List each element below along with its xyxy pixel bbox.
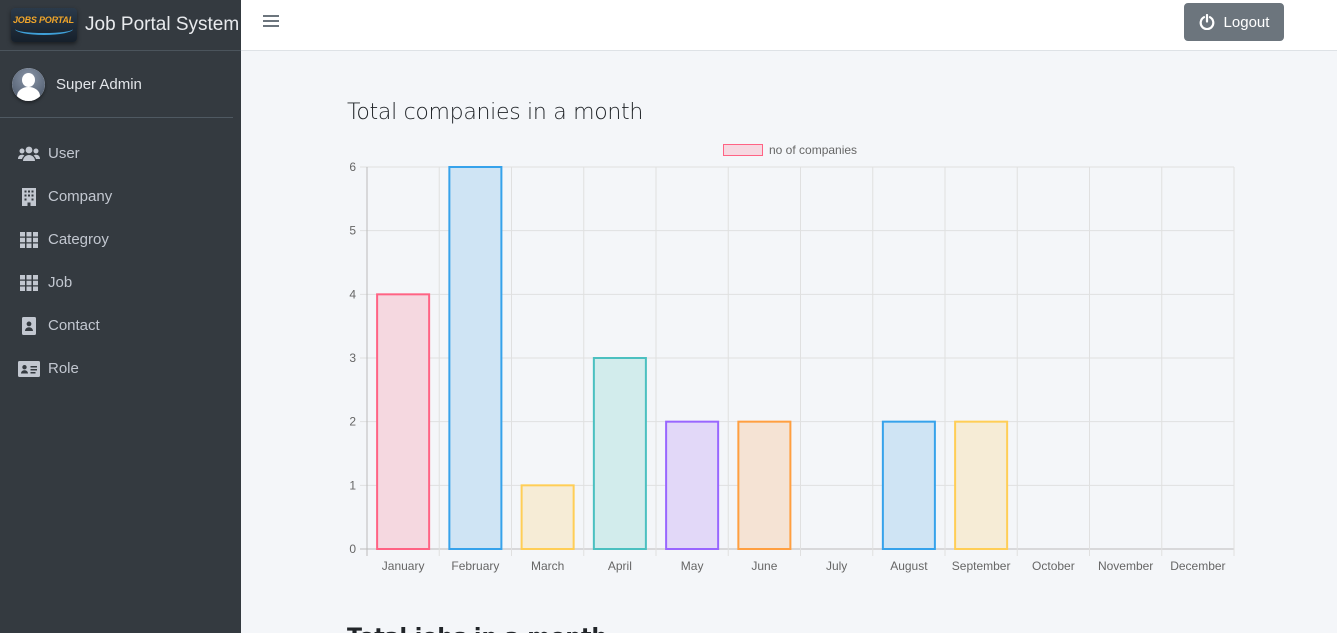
- user-panel[interactable]: Super Admin: [0, 51, 233, 118]
- brand-link[interactable]: JOBS PORTAL Job Portal System: [0, 0, 241, 51]
- logout-button[interactable]: Logout: [1184, 3, 1284, 41]
- x-tick-label: July: [826, 559, 847, 573]
- main-content: Total companies in a month no of compani…: [241, 51, 1337, 633]
- bar-september[interactable]: [954, 420, 1009, 550]
- sidebar-nav: User Company Categroy Job Contact Role: [0, 132, 241, 390]
- x-tick-label: January: [382, 559, 425, 573]
- x-tick-label: December: [1170, 559, 1225, 573]
- x-tick-label: October: [1032, 559, 1075, 573]
- sidebar-item-job[interactable]: Job: [0, 261, 241, 304]
- x-tick-label: June: [751, 559, 777, 573]
- sidebar-item-label: User: [48, 145, 80, 162]
- sidebar-item-label: Contact: [48, 317, 100, 334]
- grid-icon: [18, 231, 40, 249]
- bar-august[interactable]: [881, 420, 936, 550]
- id-card-icon: [18, 360, 40, 378]
- bar-april[interactable]: [592, 357, 647, 550]
- contact-icon: [18, 316, 40, 335]
- x-tick-label: August: [890, 559, 928, 573]
- logout-label: Logout: [1223, 13, 1270, 31]
- companies-bar-chart: 0 1 2 3 4 5 6 January February March April May June J…: [349, 160, 1235, 573]
- sidebar-item-label: Role: [48, 360, 79, 377]
- user-name: Super Admin: [56, 75, 142, 93]
- sidebar-item-role[interactable]: Role: [0, 347, 241, 390]
- y-tick-label: 2: [349, 415, 356, 429]
- bar-june[interactable]: [737, 420, 792, 550]
- sidebar: JOBS PORTAL Job Portal System Super Admi…: [0, 0, 241, 633]
- sidebar-item-label: Categroy: [48, 231, 109, 248]
- y-tick-label: 3: [349, 351, 356, 365]
- y-tick-label: 5: [349, 224, 356, 238]
- sidebar-item-label: Job: [48, 274, 73, 291]
- user-avatar: [12, 67, 45, 101]
- grid-icon: [18, 274, 40, 292]
- hamburger-menu-icon[interactable]: [263, 15, 279, 29]
- brand-title: Job Portal System: [85, 14, 240, 35]
- building-icon: [18, 187, 40, 206]
- bar-march[interactable]: [520, 484, 575, 551]
- sidebar-item-user[interactable]: User: [0, 132, 241, 175]
- bar-may[interactable]: [665, 420, 720, 550]
- power-icon: [1199, 14, 1214, 30]
- top-navbar: Logout: [241, 0, 1337, 51]
- x-tick-label: March: [531, 559, 564, 573]
- y-tick-label: 6: [349, 160, 356, 174]
- x-tick-label: May: [681, 559, 704, 573]
- sidebar-item-label: Company: [48, 188, 113, 205]
- x-tick-label: April: [608, 559, 632, 573]
- brand-logo: JOBS PORTAL: [11, 8, 77, 42]
- sidebar-item-company[interactable]: Company: [0, 175, 241, 218]
- y-tick-label: 1: [349, 478, 356, 492]
- x-tick-label: February: [451, 559, 499, 573]
- sidebar-item-categroy[interactable]: Categroy: [0, 218, 241, 261]
- jobs-chart-title: Total jobs in a month: [347, 625, 607, 633]
- bar-january[interactable]: [376, 293, 431, 550]
- x-tick-label: November: [1098, 559, 1153, 573]
- y-tick-label: 4: [349, 287, 356, 301]
- bar-february[interactable]: [448, 166, 503, 550]
- y-tick-label: 0: [349, 542, 356, 556]
- sidebar-item-contact[interactable]: Contact: [0, 304, 241, 347]
- x-tick-label: September: [952, 559, 1011, 573]
- users-icon: [18, 145, 40, 163]
